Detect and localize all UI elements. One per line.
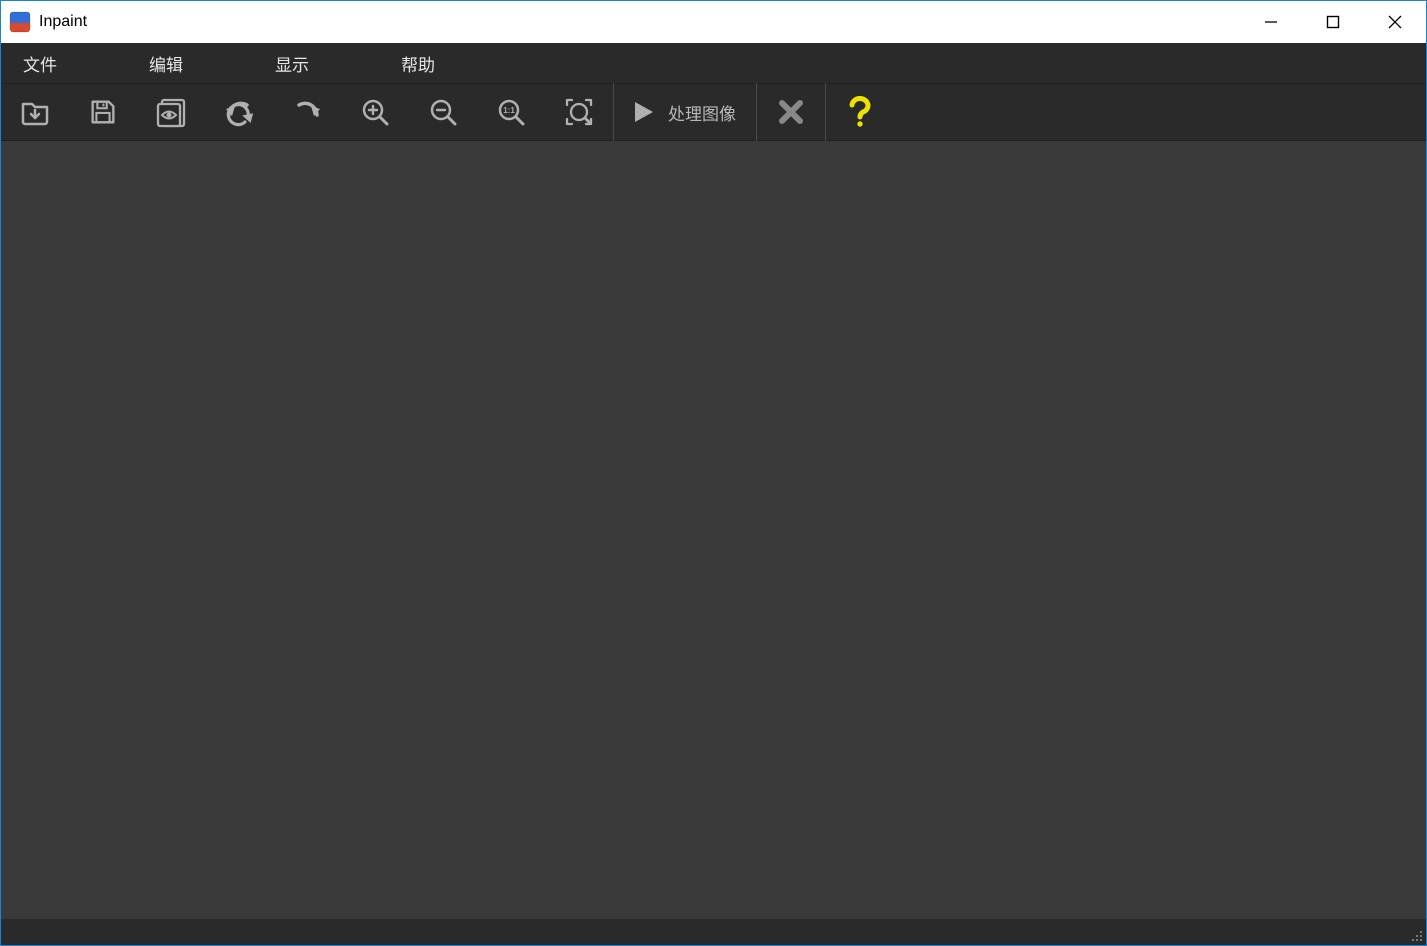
zoom-fit-icon (562, 95, 596, 129)
close-x-icon (776, 97, 806, 127)
process-image-label: 处理图像 (668, 100, 736, 125)
play-icon (628, 97, 658, 127)
zoom-in-button[interactable] (341, 83, 409, 141)
zoom-actual-icon: 1:1 (494, 95, 528, 129)
resize-grip[interactable] (1406, 925, 1424, 943)
save-button[interactable] (69, 83, 137, 141)
app-icon (9, 11, 31, 33)
undo-button[interactable] (205, 83, 273, 141)
menu-view[interactable]: 显示 (257, 43, 327, 84)
app-window: Inpaint 文件 编辑 显示 帮助 (0, 0, 1427, 946)
redo-icon (290, 95, 324, 129)
redo-button[interactable] (273, 83, 341, 141)
zoom-out-icon (426, 95, 460, 129)
menu-edit[interactable]: 编辑 (131, 43, 201, 84)
undo-icon (222, 95, 256, 129)
process-image-button[interactable]: 处理图像 (614, 83, 756, 141)
menu-bar: 文件 编辑 显示 帮助 (1, 43, 1426, 83)
status-bar (1, 919, 1426, 945)
menu-help[interactable]: 帮助 (383, 43, 453, 84)
close-icon (1388, 15, 1402, 29)
svg-text:1:1: 1:1 (503, 106, 515, 115)
canvas-area[interactable] (1, 141, 1426, 919)
help-question-icon (846, 96, 874, 128)
maximize-icon (1326, 15, 1340, 29)
minimize-button[interactable] (1240, 1, 1302, 43)
preview-button[interactable] (137, 83, 205, 141)
zoom-actual-button[interactable]: 1:1 (477, 83, 545, 141)
help-button[interactable] (826, 83, 894, 141)
menu-file[interactable]: 文件 (5, 43, 75, 84)
zoom-out-button[interactable] (409, 83, 477, 141)
window-controls (1240, 1, 1426, 43)
preview-eye-icon (154, 95, 188, 129)
zoom-in-icon (358, 95, 392, 129)
open-button[interactable] (1, 83, 69, 141)
minimize-icon (1264, 15, 1278, 29)
zoom-fit-button[interactable] (545, 83, 613, 141)
open-folder-icon (18, 95, 52, 129)
title-bar: Inpaint (1, 1, 1426, 43)
window-title: Inpaint (39, 13, 87, 31)
maximize-button[interactable] (1302, 1, 1364, 43)
save-icon (87, 96, 119, 128)
close-button[interactable] (1364, 1, 1426, 43)
cancel-button[interactable] (757, 83, 825, 141)
toolbar: 1:1 处理图像 (1, 83, 1426, 141)
